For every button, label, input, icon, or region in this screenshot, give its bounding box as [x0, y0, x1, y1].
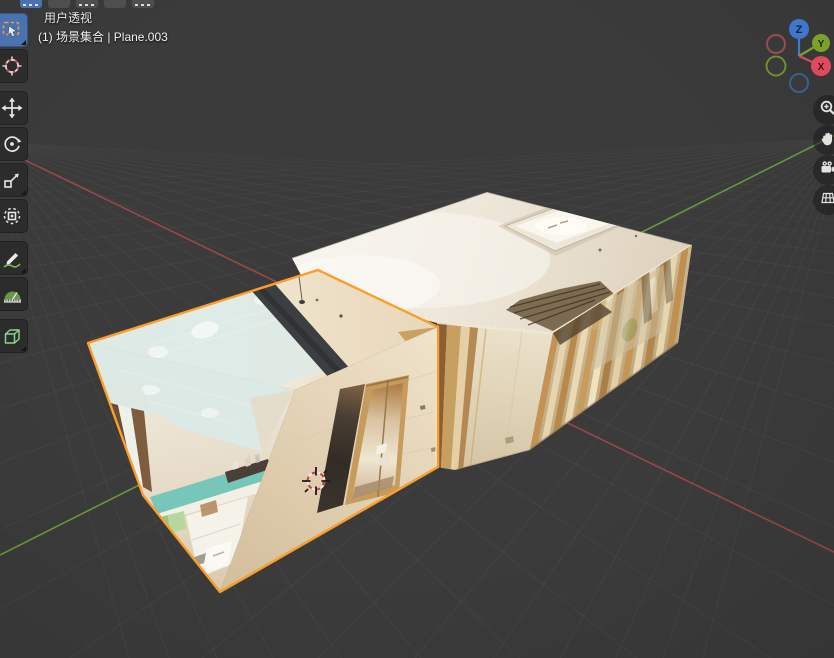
tool-sidebar: [0, 13, 30, 355]
add-cube-tool-button[interactable]: [0, 319, 28, 353]
mode-button-2[interactable]: [48, 0, 70, 8]
svg-text:Y: Y: [818, 39, 825, 50]
move-icon: [1, 97, 23, 119]
scale-tool-button[interactable]: [0, 163, 28, 197]
mode-button-4[interactable]: [104, 0, 126, 8]
axis-neg-z-handle[interactable]: [790, 74, 808, 92]
axis-x-handle[interactable]: X: [811, 56, 831, 76]
axis-neg-y-handle[interactable]: [767, 57, 786, 76]
scale-icon: [1, 169, 23, 191]
scene-collection-breadcrumb: (1) 场景集合 | Plane.003: [38, 30, 168, 44]
axis-neg-x-handle[interactable]: [767, 35, 785, 53]
cursor-tool-button[interactable]: [0, 49, 28, 83]
mode-button-3[interactable]: [76, 0, 98, 8]
transform-tool-button[interactable]: [0, 199, 28, 233]
mode-button-1[interactable]: [20, 0, 42, 8]
room-box-selected[interactable]: [60, 260, 450, 600]
zoom-plus-icon: [819, 99, 834, 122]
measure-tool-button[interactable]: [0, 277, 28, 311]
add-cube-icon: [1, 325, 23, 347]
cursor-3d-icon: [1, 55, 23, 77]
move-tool-button[interactable]: [0, 91, 28, 125]
axis-z-handle[interactable]: Z: [789, 19, 809, 39]
viewport-3d[interactable]: [0, 0, 834, 658]
camera-icon: [819, 159, 834, 182]
ortho-grid-icon: [819, 189, 834, 212]
mode-button-5[interactable]: [132, 0, 154, 8]
header-mode-buttons: [20, 0, 154, 8]
blender-3d-viewport-window: { "viewport_header": { "view_mode_label"…: [0, 0, 834, 658]
measure-icon: [1, 283, 23, 305]
annotate-tool-button[interactable]: [0, 241, 28, 275]
annotate-icon: [1, 247, 23, 269]
hand-icon: [819, 129, 834, 152]
navigation-gizmo[interactable]: Z Y X: [756, 16, 834, 100]
svg-text:Z: Z: [796, 24, 803, 36]
view-perspective-label: 用户透视: [44, 11, 92, 25]
select-box-icon: [1, 19, 23, 41]
rotate-tool-button[interactable]: [0, 127, 28, 161]
svg-text:X: X: [818, 62, 825, 73]
select-box-tool-button[interactable]: [0, 13, 28, 47]
axis-y-handle[interactable]: Y: [812, 34, 830, 52]
transform-icon: [1, 205, 23, 227]
rotate-icon: [1, 133, 23, 155]
